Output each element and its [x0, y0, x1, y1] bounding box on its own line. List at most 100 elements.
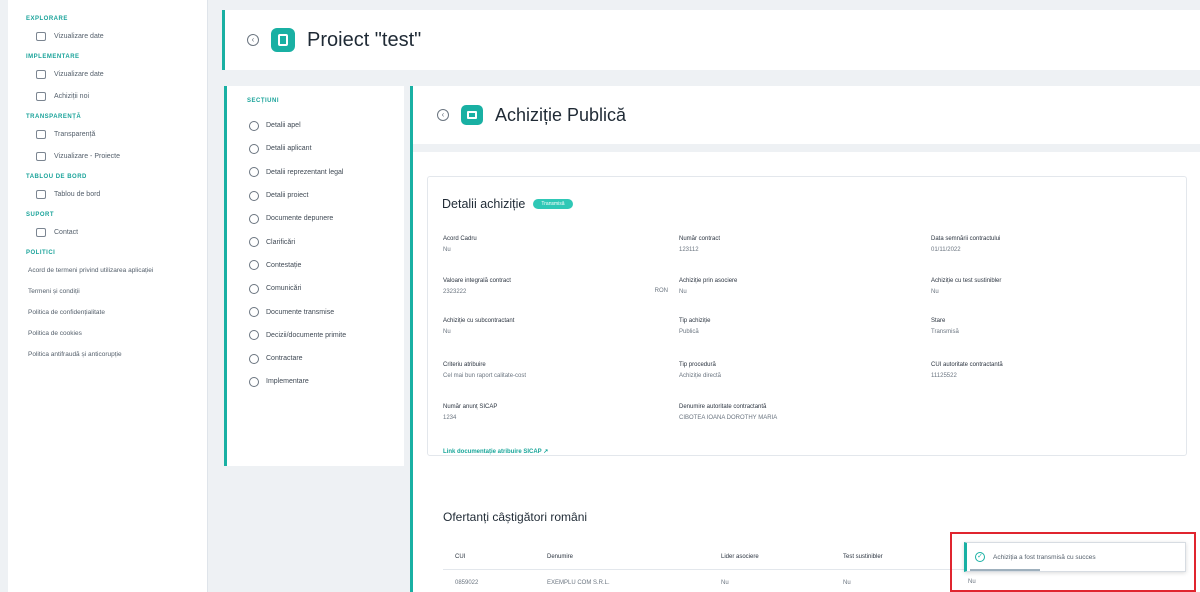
sidebar-item-transparenta[interactable]: Transparență: [8, 124, 207, 146]
main-title: Achiziție Publică: [495, 104, 627, 125]
field-value: 01/11/2022: [931, 247, 961, 253]
section-contractare[interactable]: Contractare: [227, 347, 404, 370]
field-value: CIBOTEA IOANA DOROTHY MARIA: [679, 415, 778, 421]
sicap-link[interactable]: Link documentație atribuire SICAP ↗: [443, 448, 548, 455]
sidebar-item-label: Achiziții noi: [54, 93, 90, 100]
sidebar-item-vizualizare-implementare[interactable]: Vizualizare date: [8, 64, 207, 86]
card-title-wrap: Detalii achiziție Transmisă: [442, 197, 573, 211]
file-icon: [249, 213, 259, 224]
sidebar-section-title: TRANSPARENȚĂ: [26, 114, 82, 120]
details-card: Detalii achiziție Transmisă: [427, 176, 1187, 456]
field-stare: Stare Transmisă: [931, 318, 959, 335]
cell-lider: Nu: [721, 580, 729, 586]
info-icon: [249, 120, 259, 131]
field-value: Transmisă: [931, 329, 959, 335]
field-label: Acord Cadru: [443, 236, 477, 242]
sidebar-section-title: SUPORT: [26, 212, 55, 218]
field-value: 1234: [443, 415, 457, 421]
sidebar-item-label: Vizualizare date: [54, 71, 104, 78]
section-detalii-aplicant[interactable]: Detalii aplicant: [227, 137, 404, 160]
sidebar: EXPLORARE Vizualizare date IMPLEMENTARE …: [8, 0, 208, 592]
status-badge: Transmisă: [533, 199, 573, 209]
field-label: Stare: [931, 318, 946, 324]
toast-message: Achiziția a fost transmisă cu succes: [993, 553, 1096, 561]
field-valoare: Valoare integrală contract 2323222 RON: [443, 278, 668, 295]
sidebar-item-vizualizare-proiecte[interactable]: Vizualizare - Proiecte: [8, 146, 207, 168]
info-icon: [249, 190, 259, 201]
sidebar-item-label: Contact: [54, 229, 79, 236]
contract-icon: [249, 353, 259, 364]
collapse-icon[interactable]: ‹: [437, 109, 449, 121]
section-label: Documente depunere: [266, 215, 334, 223]
sidebar-item-vizualizare-explorare[interactable]: Vizualizare date: [8, 26, 207, 48]
sidebar-item-contact[interactable]: Contact: [8, 222, 207, 244]
section-label: Decizii/documente primite: [266, 331, 347, 339]
section-documente-depunere[interactable]: Documente depunere: [227, 207, 404, 230]
field-anunt-sicap: Număr anunț SICAP 1234: [443, 404, 497, 421]
sidebar-section-title: EXPLORARE: [26, 16, 68, 22]
link-politica-confidentialitate[interactable]: Politica de confidențialitate: [8, 302, 207, 323]
field-label: Achiziție cu subcontractant: [443, 318, 515, 324]
section-detalii-proiect[interactable]: Detalii proiect: [227, 184, 404, 207]
field-label: Valoare integrală contract: [443, 278, 511, 284]
link-politica-cookies[interactable]: Politica de cookies: [8, 323, 207, 344]
sidebar-section-title: POLITICI: [26, 250, 56, 256]
field-value: Cel mai bun raport calitate-cost: [443, 373, 527, 379]
clipboard-icon: [271, 28, 295, 52]
file-icon: [249, 330, 259, 341]
section-reprezentant-legal[interactable]: Detalii reprezentant legal: [227, 161, 404, 184]
section-documente-transmise[interactable]: Documente transmise: [227, 300, 404, 323]
monitor-icon: [36, 70, 46, 79]
field-asociere: Achiziție prin asociere Nu: [679, 278, 737, 295]
link-politica-antifrauda[interactable]: Politica antifraudă și anticorupție: [8, 344, 207, 365]
section-label: Implementare: [266, 378, 309, 386]
field-label: CUI autoritate contractantă: [931, 362, 1003, 368]
sidebar-section-title: TABLOU DE BORD: [26, 174, 87, 180]
link-termeni-conditii[interactable]: Termeni și condiții: [8, 281, 207, 302]
cell-test: Nu: [843, 580, 851, 586]
section-detalii-apel[interactable]: Detalii apel: [227, 114, 404, 137]
field-label: Tip procedură: [679, 362, 716, 368]
field-value: Nu: [679, 289, 687, 295]
section-label: Detalii aplicant: [266, 145, 312, 153]
field-acord-cadru: Acord Cadru Nu: [443, 236, 477, 253]
sections-nav: SECȚIUNI Detalii apel Detalii aplicant D…: [224, 86, 404, 466]
sidebar-item-achizitii-noi[interactable]: Achiziții noi: [8, 86, 207, 108]
toast-progress-bar: [970, 569, 1040, 571]
sidebar-item-label: Transparență: [54, 131, 96, 138]
section-contestatie[interactable]: Contestație: [227, 254, 404, 277]
section-implementare[interactable]: Implementare: [227, 370, 404, 393]
currency-label: RON: [654, 288, 668, 294]
field-value: Nu: [443, 329, 451, 335]
section-decizii[interactable]: Decizii/documente primite: [227, 324, 404, 347]
sidebar-section-title: IMPLEMENTARE: [26, 54, 80, 60]
field-data-semnarii: Data semnării contractului 01/11/2022: [931, 236, 1000, 253]
success-toast[interactable]: ✓ Achiziția a fost transmisă cu succes: [964, 542, 1186, 572]
id-icon: [249, 167, 259, 178]
field-subcontractant: Achiziție cu subcontractant Nu: [443, 318, 514, 335]
field-label: Data semnării contractului: [931, 236, 1001, 242]
section-label: Contractare: [266, 355, 303, 363]
field-value: Nu: [443, 247, 451, 253]
field-label: Număr contract: [679, 236, 721, 242]
id-card-icon: [461, 105, 483, 125]
section-label: Detalii apel: [266, 122, 301, 130]
main-header: ‹ Achiziție Publică: [413, 86, 1200, 152]
field-value: 11125522: [931, 373, 957, 379]
field-value: 2323222: [443, 289, 467, 295]
section-comunicari[interactable]: Comunicări: [227, 277, 404, 300]
field-label: Criteriu atribuire: [443, 362, 486, 368]
link-acord-termeni[interactable]: Acord de termeni privind utilizarea apli…: [8, 260, 207, 281]
cell-cui: 0859022: [455, 580, 479, 586]
field-label: Tip achiziție: [679, 318, 711, 324]
section-label: Clarificări: [266, 238, 296, 246]
section-clarificari[interactable]: Clarificări: [227, 230, 404, 253]
sidebar-item-label: Vizualizare - Proiecte: [54, 153, 121, 160]
field-label: Achiziție prin asociere: [679, 278, 738, 284]
collapse-icon[interactable]: ‹: [247, 34, 259, 46]
sidebar-item-tablou-de-bord[interactable]: Tablou de bord: [8, 184, 207, 206]
section-label: Detalii reprezentant legal: [266, 168, 344, 176]
grid-icon: [36, 130, 46, 139]
field-criteriu: Criteriu atribuire Cel mai bun raport cal…: [443, 362, 526, 379]
col-cui: CUI: [455, 554, 466, 560]
